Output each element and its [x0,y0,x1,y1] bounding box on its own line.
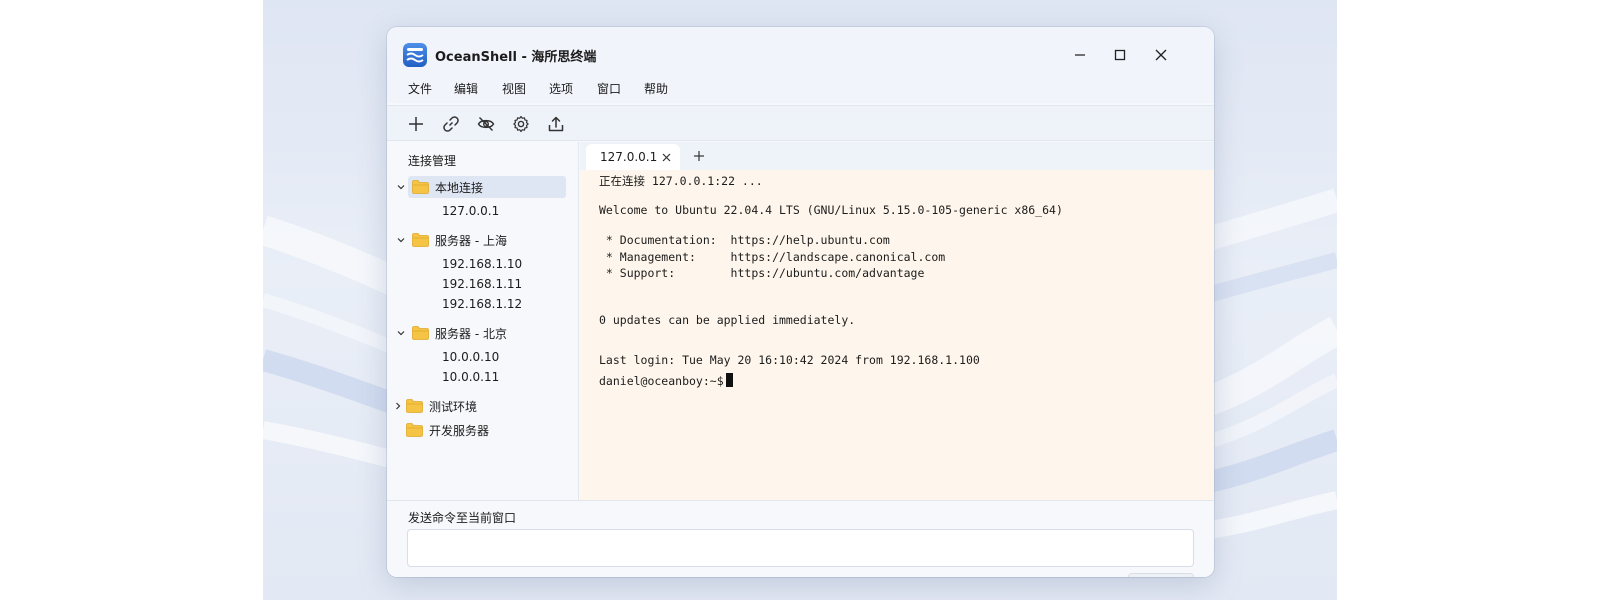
link-icon [443,116,459,132]
folder-icon [406,423,423,437]
minimize-icon [1075,54,1085,56]
upload-icon [548,116,564,132]
sidebar-title: 连接管理 [408,154,457,168]
tree-group-label: 测试环境 [429,400,478,414]
tree-item-192-168-1-11[interactable]: 192.168.1.11 [442,277,522,291]
close-icon[interactable] [662,153,671,162]
tree-item-10-0-0-10[interactable]: 10.0.0.10 [442,350,499,364]
chevron-right-icon[interactable] [393,401,403,411]
chevron-down-icon[interactable] [396,182,406,192]
maximize-button[interactable] [1106,41,1134,69]
minimize-button[interactable] [1066,41,1094,69]
tree-item-192-168-1-12[interactable]: 192.168.1.12 [442,297,522,311]
eye-off-icon [477,117,495,131]
tab-127-0-0-1[interactable]: 127.0.0.1 [586,144,680,170]
tree-group-label: 开发服务器 [429,424,490,438]
close-icon [1155,49,1167,61]
app-window: OceanShell - 海所思终端 文件 编辑 视图 选项 窗口 帮助 连接管… [387,27,1214,577]
tree-group-beijing[interactable]: 服务器 - 北京 [397,322,566,344]
window-title: OceanShell - 海所思终端 [435,50,597,65]
tree-item-10-0-0-11[interactable]: 10.0.0.11 [442,370,499,384]
folder-icon [412,233,429,247]
menu-file[interactable]: 文件 [408,80,432,97]
terminal-line: 正在连接 127.0.0.1:22 ... [599,174,763,188]
send-command-panel: 发送命令至当前窗口 发送 [387,500,1214,577]
tree-group-label: 本地连接 [435,181,484,195]
tree-group-dev[interactable]: 开发服务器 [402,419,566,441]
terminal-line: * Support: https://ubuntu.com/advantage [599,266,925,280]
terminal-output[interactable]: 正在连接 127.0.0.1:22 ... Welcome to Ubuntu … [580,170,1214,500]
menu-view[interactable]: 视图 [502,80,526,97]
tab-label: 127.0.0.1 [600,150,658,164]
upload-button[interactable] [546,114,566,134]
settings-button[interactable] [511,114,531,134]
new-connection-button[interactable] [406,114,426,134]
terminal-line: Welcome to Ubuntu 22.04.4 LTS (GNU/Linux… [599,203,1063,217]
toolbar [387,105,1214,141]
plus-icon[interactable] [693,150,705,162]
terminal-line: * Documentation: https://help.ubuntu.com [599,233,890,247]
maximize-icon [1114,49,1126,61]
tree-group-local[interactable]: 本地连接 [397,176,566,198]
tab-bar: 127.0.0.1 [580,142,1214,170]
terminal-prompt-line: daniel@oceanboy:~$ [599,373,733,388]
terminal-line: 0 updates can be applied immediately. [599,313,856,327]
connect-button[interactable] [441,114,461,134]
chevron-down-icon[interactable] [396,328,406,338]
toggle-visibility-button[interactable] [476,114,496,134]
menu-help[interactable]: 帮助 [644,80,668,97]
send-command-label: 发送命令至当前窗口 [408,511,517,525]
folder-icon [412,180,429,194]
menu-bar: 文件 编辑 视图 选项 窗口 帮助 [387,75,1214,103]
send-command-input[interactable] [407,529,1194,567]
folder-icon [412,326,429,340]
tree-group-test[interactable]: 测试环境 [396,395,566,417]
gear-icon [513,115,529,133]
tree-item-127-0-0-1[interactable]: 127.0.0.1 [442,204,499,218]
folder-icon [406,399,423,413]
terminal-line: Last login: Tue May 20 16:10:42 2024 fro… [599,353,980,367]
connection-sidebar: 连接管理 本地连接 127.0.0.1 服务器 - 上海 192.168.1.1… [387,142,579,500]
menu-window[interactable]: 窗口 [597,80,621,97]
tree-group-label: 服务器 - 北京 [435,327,507,341]
terminal-line: * Management: https://landscape.canonica… [599,250,946,264]
menu-edit[interactable]: 编辑 [454,80,478,97]
plus-icon [409,117,423,131]
chevron-down-icon[interactable] [396,235,406,245]
close-button[interactable] [1147,41,1175,69]
menu-options[interactable]: 选项 [549,80,573,97]
tree-item-192-168-1-10[interactable]: 192.168.1.10 [442,257,522,271]
app-logo-icon [403,43,427,67]
terminal-cursor [725,373,733,387]
terminal-prompt: daniel@oceanboy:~$ [599,374,724,388]
tree-group-shanghai[interactable]: 服务器 - 上海 [397,229,566,251]
tree-group-label: 服务器 - 上海 [435,234,507,248]
send-button[interactable]: 发送 [1128,573,1194,577]
